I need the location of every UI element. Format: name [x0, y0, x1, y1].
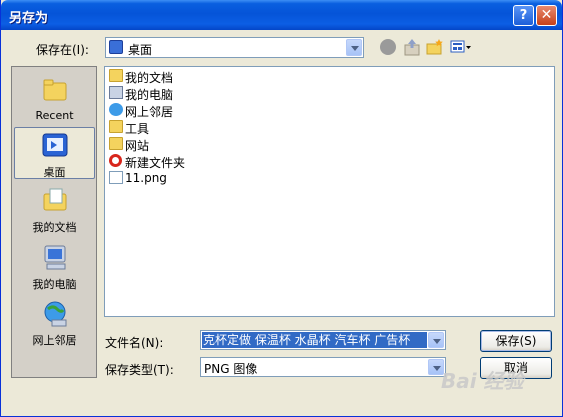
file-name: 11.png — [125, 171, 167, 185]
my-documents-icon — [109, 69, 123, 82]
file-name: 我的电脑 — [125, 88, 174, 102]
places-bar: Recent 桌面 我的文档 我的电脑 网上邻居 — [11, 66, 97, 378]
place-label: Recent — [35, 109, 74, 122]
place-my-documents[interactable]: 我的文档 — [14, 183, 95, 235]
filetype-dropdown[interactable]: PNG 图像 — [200, 357, 446, 377]
place-my-computer[interactable]: 我的电脑 — [14, 240, 95, 292]
opera-icon — [109, 154, 122, 167]
chevron-down-icon[interactable] — [346, 39, 362, 56]
save-button[interactable]: 保存(S) — [480, 330, 552, 352]
place-label: 我的文档 — [32, 221, 77, 234]
back-icon[interactable] — [380, 39, 396, 55]
my-computer-icon — [109, 86, 123, 99]
file-list[interactable]: 我的文档 我的电脑 网上邻居 工具 网站 新建文件夹 11.png — [104, 66, 555, 317]
file-name: 网上邻居 — [125, 105, 174, 119]
filename-value: 克杯定做 保温杯 水晶杯 汽车杯 广告杯 — [202, 332, 427, 348]
file-name: 网站 — [125, 139, 150, 153]
close-button[interactable]: ✕ — [536, 5, 557, 26]
save-in-label: 保存在(I): — [36, 43, 89, 57]
help-button[interactable]: ? — [513, 5, 534, 26]
filename-label: 文件名(N): — [105, 336, 164, 350]
place-desktop[interactable]: 桌面 — [14, 127, 95, 179]
place-label: 桌面 — [43, 166, 66, 179]
my-documents-icon — [43, 188, 67, 211]
folder-icon — [109, 120, 123, 133]
save-as-dialog: 另存为 ? ✕ 保存在(I): 桌面 Recent 桌面 我的文档 我的电脑 网… — [0, 0, 563, 417]
title-bar[interactable]: 另存为 ? ✕ — [1, 0, 562, 30]
window-title: 另存为 — [9, 11, 49, 26]
save-in-dropdown[interactable]: 桌面 — [105, 37, 364, 58]
desktop-icon — [109, 40, 123, 54]
filename-input[interactable]: 克杯定做 保温杯 水晶杯 汽车杯 广告杯 — [200, 330, 446, 350]
watermark: Bai 经验 — [441, 369, 524, 393]
file-name: 我的文档 — [125, 71, 174, 85]
place-recent[interactable]: Recent — [14, 73, 95, 125]
file-name: 新建文件夹 — [125, 156, 186, 170]
png-file-icon — [109, 171, 123, 184]
network-places-icon — [44, 301, 67, 327]
file-name: 工具 — [125, 122, 150, 136]
filetype-label: 保存类型(T): — [105, 363, 174, 377]
network-places-icon — [109, 103, 123, 116]
my-computer-icon — [44, 245, 66, 270]
place-label: 网上邻居 — [32, 334, 77, 347]
chevron-down-icon[interactable] — [428, 332, 444, 348]
place-label: 我的电脑 — [32, 278, 77, 291]
folder-icon — [109, 137, 123, 150]
recent-folder-icon — [43, 79, 67, 101]
desktop-icon — [42, 133, 68, 157]
new-folder-icon[interactable] — [426, 38, 444, 59]
save-in-value: 桌面 — [128, 43, 153, 57]
place-network[interactable]: 网上邻居 — [14, 296, 95, 348]
up-folder-icon[interactable] — [403, 38, 421, 59]
filetype-value: PNG 图像 — [204, 362, 258, 376]
view-menu-icon[interactable] — [450, 40, 472, 57]
